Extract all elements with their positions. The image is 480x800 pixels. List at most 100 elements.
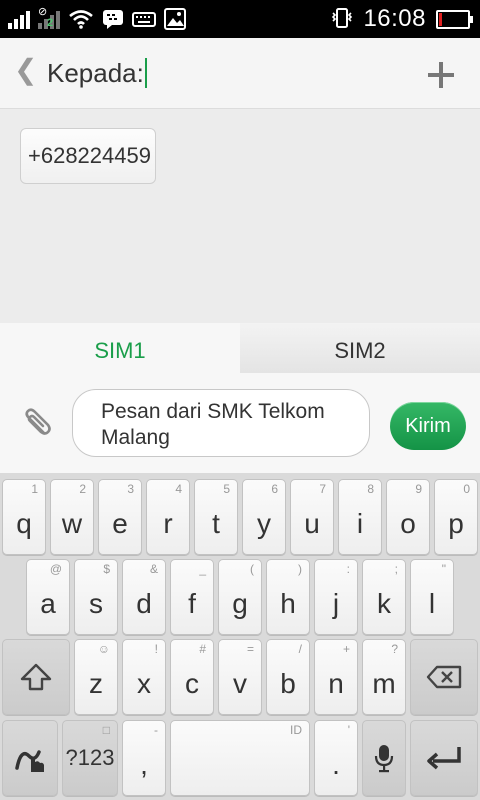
key-label: h: [280, 588, 296, 619]
to-field[interactable]: Kepada:: [47, 58, 147, 89]
status-left-icons: ⊘ 2: [8, 6, 186, 32]
back-chevron-icon[interactable]: ❮: [14, 56, 37, 84]
key-b[interactable]: / b: [266, 639, 310, 715]
image-icon: [164, 8, 186, 30]
swype-key[interactable]: [2, 720, 58, 796]
key-k[interactable]: ; k: [362, 559, 406, 635]
period-key[interactable]: ' .: [314, 720, 358, 796]
keyboard-icon: [132, 12, 156, 27]
key-secondary-label: $: [103, 562, 110, 576]
key-secondary-label: =: [246, 642, 254, 656]
voice-input-key[interactable]: [362, 720, 406, 796]
key-z[interactable]: ☺ z: [74, 639, 118, 715]
key-v[interactable]: = v: [218, 639, 262, 715]
key-label: o: [400, 508, 416, 539]
to-label: Kepada:: [47, 58, 144, 88]
swype-icon: [3, 721, 57, 795]
microphone-icon: [363, 721, 405, 795]
key-label: w: [61, 508, 83, 539]
key-secondary-label: _: [199, 562, 206, 576]
key-secondary-label: :: [346, 562, 350, 576]
shift-key[interactable]: [2, 639, 70, 715]
key-label: v: [233, 668, 247, 699]
key-g[interactable]: (g: [218, 559, 262, 635]
clock: 16:08: [363, 5, 426, 32]
key-label: i: [356, 508, 364, 539]
key-secondary-label: 9: [415, 482, 422, 496]
recipient-chip[interactable]: +628224459: [20, 128, 156, 184]
key-o[interactable]: 9o: [386, 479, 430, 555]
key-label: s: [89, 588, 103, 619]
key-f[interactable]: _ f: [170, 559, 214, 635]
key-r[interactable]: 4r: [146, 479, 190, 555]
key-p[interactable]: 0p: [434, 479, 478, 555]
key-secondary-label: #: [199, 642, 206, 656]
key-c[interactable]: # c: [170, 639, 214, 715]
key-label: e: [112, 508, 128, 539]
sim2-badge: 2: [47, 17, 54, 29]
keyboard: 1q2w3e4r5t6y7u8i9o0p @ a $ s & d _ f(g) h: j; k " l …: [0, 473, 480, 800]
key-secondary-label: 5: [223, 482, 230, 496]
key-h[interactable]: ) h: [266, 559, 310, 635]
key-label: j: [332, 588, 340, 619]
key-e[interactable]: 3e: [98, 479, 142, 555]
backspace-icon: [411, 640, 477, 714]
key-label: u: [304, 508, 320, 539]
sim-tabs: SIM1 SIM2: [0, 323, 480, 373]
comma-key[interactable]: - ,: [122, 720, 166, 796]
key-label: z: [89, 668, 103, 699]
bbm-icon: [103, 10, 123, 29]
symbols-key[interactable]: □ ?123: [62, 720, 118, 796]
key-secondary-label: 0: [463, 482, 470, 496]
key-label: x: [137, 668, 151, 699]
attachment-paperclip-icon[interactable]: [16, 403, 56, 443]
key-a[interactable]: @ a: [26, 559, 70, 635]
key-secondary-label: !: [154, 642, 158, 656]
key-s[interactable]: $ s: [74, 559, 118, 635]
key-n[interactable]: + n: [314, 639, 358, 715]
key-u[interactable]: 7u: [290, 479, 334, 555]
key-secondary-label: &: [149, 562, 158, 576]
key-label: b: [280, 668, 296, 699]
signal-2-icon: ⊘ 2: [38, 6, 60, 29]
key-l[interactable]: " l: [410, 559, 454, 635]
key-label: p: [448, 508, 464, 539]
key-label: k: [377, 588, 391, 619]
compose-bar: Pesan dari SMK Telkom Malang Kirim: [0, 373, 480, 473]
key-secondary-label: ): [298, 562, 302, 576]
key-label: a: [40, 588, 56, 619]
add-contact-icon[interactable]: [428, 62, 454, 88]
enter-key[interactable]: [410, 720, 478, 796]
key-label: r: [163, 508, 173, 539]
text-cursor: [144, 58, 147, 88]
key-secondary-label: 2: [79, 482, 86, 496]
send-button[interactable]: Kirim: [390, 402, 466, 450]
key-secondary-label: @: [49, 562, 62, 576]
key-label: t: [212, 508, 220, 539]
key-d[interactable]: & d: [122, 559, 166, 635]
key-secondary-label: ": [441, 562, 446, 576]
backspace-key[interactable]: [410, 639, 478, 715]
key-x[interactable]: ! x: [122, 639, 166, 715]
key-j[interactable]: :j: [314, 559, 358, 635]
tab-sim2[interactable]: SIM2: [240, 323, 480, 373]
key-secondary-label: ?: [391, 642, 398, 656]
key-y[interactable]: 6y: [242, 479, 286, 555]
tab-sim1[interactable]: SIM1: [0, 323, 240, 373]
key-w[interactable]: 2w: [50, 479, 94, 555]
key-secondary-label: 3: [127, 482, 134, 496]
wifi-icon: [69, 10, 93, 29]
key-q[interactable]: 1q: [2, 479, 46, 555]
key-secondary-label: 4: [175, 482, 182, 496]
key-i[interactable]: 8i: [338, 479, 382, 555]
key-secondary-label: 6: [271, 482, 278, 496]
key-label: n: [328, 668, 344, 699]
key-label: d: [136, 588, 152, 619]
key-t[interactable]: 5t: [194, 479, 238, 555]
key-secondary-label: 7: [319, 482, 326, 496]
key-m[interactable]: ? m: [362, 639, 406, 715]
message-input[interactable]: Pesan dari SMK Telkom Malang: [72, 389, 370, 457]
space-key[interactable]: ID: [170, 720, 310, 796]
key-label: y: [257, 508, 271, 539]
key-secondary-label: (: [250, 562, 254, 576]
